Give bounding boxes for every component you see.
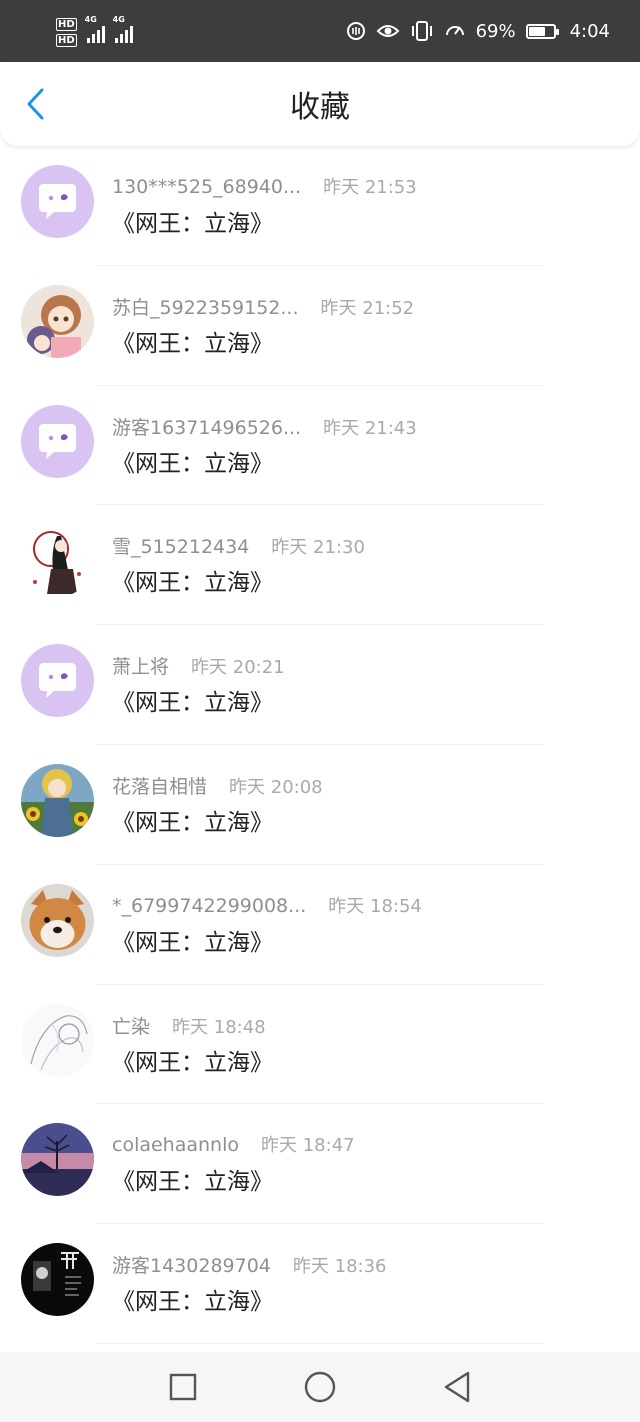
avatar[interactable] (21, 524, 94, 598)
list-item[interactable]: 雪_515212434 昨天 21:30 《网王：立海》 (0, 505, 640, 626)
hd-1-label: HD (56, 17, 77, 31)
favorites-list: 130***525_68940... 昨天 21:53 《网王：立海》 苏白_5922… (0, 146, 640, 1344)
book-title[interactable]: 《网王：立海》 (112, 683, 273, 717)
list-item[interactable]: 亡染 昨天 18:48 《网王：立海》 (0, 985, 640, 1105)
item-meta: 苏白_5922359152... 昨天 21:52 (112, 293, 414, 320)
hd-2-label: HD (56, 33, 77, 47)
username[interactable]: *_6799742299008... (112, 895, 306, 917)
list-item[interactable]: colaehaannlo 昨天 18:47 《网王：立海》 (0, 1104, 640, 1225)
timestamp: 昨天 21:30 (271, 537, 365, 559)
list-item[interactable]: 苏白_5922359152... 昨天 21:52 《网王：立海》 (0, 266, 640, 386)
timestamp: 昨天 20:08 (229, 776, 323, 798)
book-title[interactable]: 《网王：立海》 (112, 324, 273, 358)
item-meta: colaehaannlo 昨天 18:47 (112, 1131, 355, 1157)
book-title[interactable]: 《网王：立海》 (112, 1043, 273, 1077)
triangle-back-icon (444, 1371, 470, 1403)
timestamp: 昨天 21:43 (323, 417, 417, 439)
list-item[interactable]: 游客1430289704 昨天 18:36 《网王：立海》 (0, 1224, 640, 1344)
item-meta: 130***525_68940... 昨天 21:53 (112, 173, 417, 199)
signal-group: HD HD 4G 4G (56, 12, 133, 52)
home-button[interactable] (303, 1370, 337, 1404)
item-meta: 萧上将 昨天 20:21 (112, 652, 285, 679)
username[interactable]: colaehaannlo (112, 1134, 239, 1156)
signal-1-icon: 4G (85, 15, 105, 43)
book-title[interactable]: 《网王：立海》 (112, 1162, 273, 1196)
item-meta: *_6799742299008... 昨天 18:54 (112, 892, 422, 918)
book-title[interactable]: 《网王：立海》 (112, 204, 273, 238)
signal-1-label: 4G (84, 15, 97, 24)
book-title[interactable]: 《网王：立海》 (112, 923, 273, 957)
timestamp: 昨天 18:36 (292, 1256, 387, 1278)
item-meta: 游客16371496526... 昨天 21:43 (112, 413, 417, 440)
avatar[interactable] (21, 883, 94, 957)
timestamp: 昨天 18:48 (172, 1016, 266, 1038)
username[interactable]: 雪_515212434 (112, 532, 249, 559)
timestamp: 昨天 18:47 (261, 1135, 355, 1157)
book-title[interactable]: 《网王：立海》 (112, 563, 273, 597)
book-title[interactable]: 《网王：立海》 (112, 803, 273, 837)
username[interactable]: 游客1430289704 (112, 1251, 271, 1278)
status-bar: HD HD 4G 4G 69% 4:04 (0, 0, 640, 62)
avatar[interactable] (21, 1003, 94, 1077)
vibrate-icon (410, 20, 434, 42)
username[interactable]: 130***525_68940... (112, 176, 301, 198)
timestamp: 昨天 21:52 (320, 297, 415, 319)
divider (96, 1342, 544, 1344)
signal-2-label: 4G (112, 15, 125, 24)
clock: 4:04 (569, 20, 610, 42)
square-icon (169, 1373, 197, 1401)
battery-percent: 69% (475, 20, 516, 42)
avatar[interactable] (21, 404, 94, 478)
nav-back-button[interactable] (440, 1370, 474, 1404)
timestamp: 昨天 18:54 (328, 895, 422, 917)
recent-apps-button[interactable] (166, 1370, 200, 1404)
hd-indicators: HD HD (56, 17, 77, 47)
avatar[interactable] (21, 165, 94, 238)
avatar[interactable] (21, 763, 94, 837)
list-item[interactable]: 130***525_68940... 昨天 21:53 《网王：立海》 (0, 146, 640, 266)
eye-icon (376, 22, 400, 40)
header: 收藏 (0, 62, 640, 146)
item-meta: 亡染 昨天 18:48 (112, 1012, 266, 1039)
list-item[interactable]: 萧上将 昨天 20:21 《网王：立海》 (0, 625, 640, 745)
status-right: 69% 4:04 (346, 0, 610, 62)
username[interactable]: 亡染 (112, 1012, 150, 1039)
username[interactable]: 花落自相惜 (112, 772, 207, 799)
list-item[interactable]: 花落自相惜 昨天 20:08 《网王：立海》 (0, 745, 640, 865)
book-title[interactable]: 《网王：立海》 (112, 444, 273, 478)
timestamp: 昨天 20:21 (191, 657, 285, 679)
page-title: 收藏 (290, 90, 350, 125)
item-meta: 雪_515212434 昨天 21:30 (112, 532, 365, 559)
speed-icon (444, 20, 466, 42)
system-nav-bar (0, 1352, 640, 1422)
item-meta: 游客1430289704 昨天 18:36 (112, 1251, 387, 1278)
item-meta: 花落自相惜 昨天 20:08 (112, 772, 323, 799)
avatar[interactable] (21, 1123, 94, 1197)
avatar[interactable] (21, 644, 94, 718)
list-item[interactable]: *_6799742299008... 昨天 18:54 《网王：立海》 (0, 865, 640, 985)
book-title[interactable]: 《网王：立海》 (112, 1282, 273, 1316)
username[interactable]: 苏白_5922359152... (112, 293, 299, 320)
battery-icon (525, 23, 559, 39)
signal-2-icon: 4G (113, 15, 133, 43)
avatar[interactable] (21, 1243, 94, 1317)
nfc-icon (346, 21, 366, 41)
username[interactable]: 游客16371496526... (112, 413, 301, 440)
avatar[interactable] (21, 284, 94, 358)
username[interactable]: 萧上将 (112, 652, 169, 679)
timestamp: 昨天 21:53 (323, 177, 417, 198)
circle-icon (304, 1371, 336, 1403)
list-item[interactable]: 游客16371496526... 昨天 21:43 《网王：立海》 (0, 386, 640, 506)
